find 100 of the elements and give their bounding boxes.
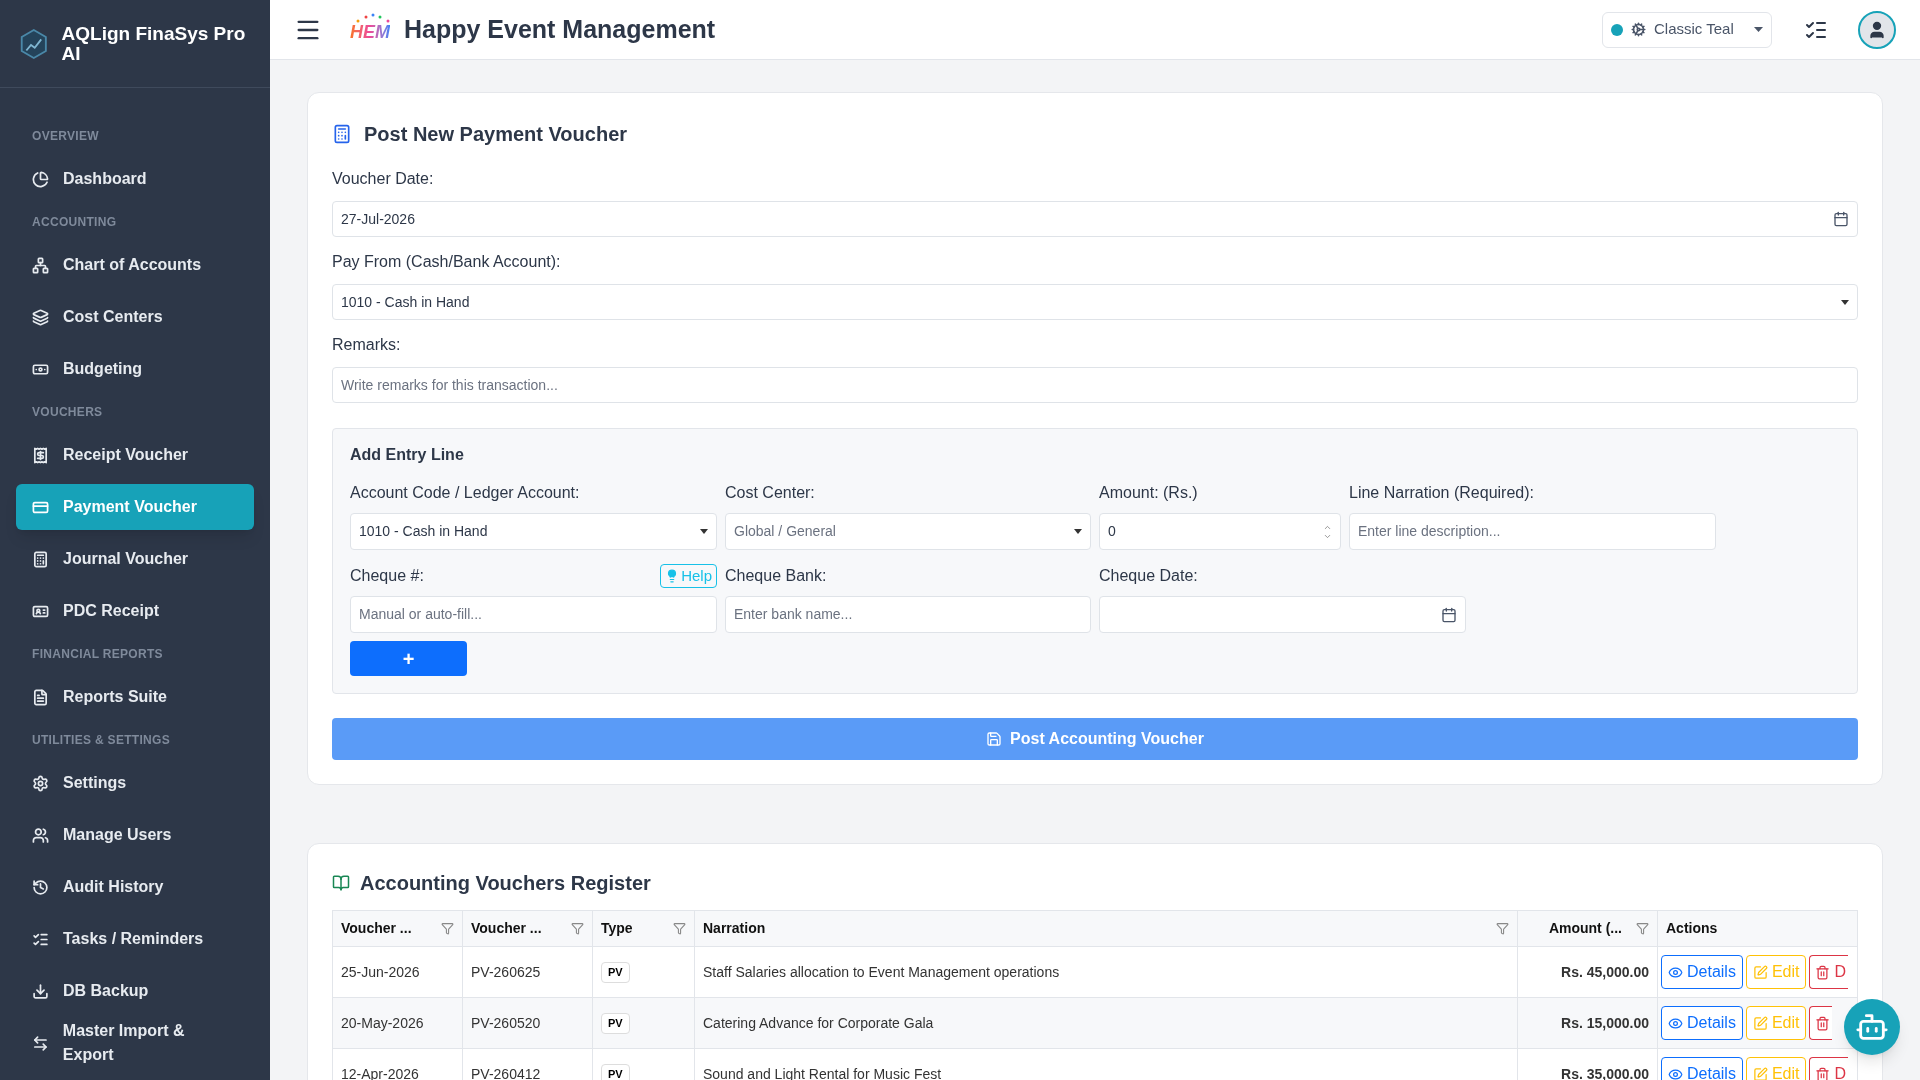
- edit-icon: [1752, 1015, 1768, 1031]
- field-label: Pay From (Cash/Bank Account):: [332, 252, 562, 272]
- calculator-icon: [332, 124, 352, 144]
- nav-item[interactable]: Budgeting: [16, 346, 254, 392]
- table-cell: Staff Salaries allocation to Event Management operations: [694, 946, 1518, 998]
- section-heading: OVERVIEW: [32, 128, 99, 145]
- hem-logo: HEM: [350, 12, 396, 47]
- column-header[interactable]: Actions: [1657, 910, 1858, 947]
- nav-item[interactable]: DB Backup: [16, 968, 254, 1014]
- date-field[interactable]: [1099, 596, 1466, 633]
- nav-item[interactable]: Audit History: [16, 864, 254, 910]
- nav-item[interactable]: Receipt Voucher: [16, 432, 254, 478]
- history-icon: [32, 878, 49, 896]
- delete-button[interactable]: D: [1809, 955, 1849, 989]
- section-heading: UTILITIES & SETTINGS: [32, 732, 170, 749]
- column-header[interactable]: Type: [592, 910, 695, 947]
- input-field[interactable]: Enter line description...: [1349, 513, 1716, 550]
- input-field[interactable]: Enter bank name...: [725, 596, 1091, 633]
- nav-item[interactable]: Manage Users: [16, 812, 254, 858]
- type-badge: PV: [601, 1064, 630, 1080]
- column-header[interactable]: Narration: [694, 910, 1518, 947]
- document-icon: [32, 688, 49, 706]
- calculator-icon: [32, 550, 49, 568]
- filter-icon[interactable]: [1496, 922, 1509, 935]
- filter-icon[interactable]: [441, 922, 454, 935]
- input-field[interactable]: Write remarks for this transaction...: [332, 367, 1858, 403]
- nav-item[interactable]: Master Import & Export: [16, 1020, 254, 1066]
- table-cell: PV-260520: [462, 997, 593, 1049]
- layers-icon: [32, 308, 49, 326]
- card-title: Post New Payment Voucher: [364, 122, 628, 147]
- field-label: Account Code / Ledger Account:: [350, 483, 580, 503]
- receipt-icon: [32, 446, 49, 464]
- nav-item[interactable]: PDC Receipt: [16, 588, 254, 634]
- select-field[interactable]: 1010 - Cash in Hand: [350, 513, 717, 550]
- field-label: Cost Center:: [725, 483, 815, 503]
- table-cell: PV-260625: [462, 946, 593, 998]
- nav-item[interactable]: Cost Centers: [16, 294, 254, 340]
- save-icon: [986, 731, 1003, 747]
- caret-icon: [1074, 529, 1082, 534]
- sitemap-icon: [32, 256, 49, 274]
- edit-icon: [1752, 1066, 1768, 1080]
- delete-button[interactable]: D: [1809, 1057, 1849, 1080]
- details-button[interactable]: Details: [1661, 1057, 1743, 1080]
- input-field[interactable]: Manual or auto-fill...: [350, 596, 717, 633]
- eye-icon: [1668, 964, 1683, 980]
- field-label: Amount: (Rs.): [1099, 483, 1198, 503]
- section-heading: ACCOUNTING: [32, 214, 117, 231]
- caret-icon: [700, 529, 708, 534]
- add-line-button[interactable]: +: [350, 641, 467, 676]
- edit-icon: [1752, 964, 1768, 980]
- table-cell: Catering Advance for Corporate Gala: [694, 997, 1518, 1049]
- number-field[interactable]: 0: [1099, 513, 1341, 550]
- calendar-icon[interactable]: [1833, 211, 1849, 227]
- field-label: Remarks:: [332, 335, 402, 355]
- card-title: Accounting Vouchers Register: [360, 871, 651, 896]
- field-label: Voucher Date:: [332, 169, 435, 189]
- nav-item[interactable]: Tasks / Reminders: [16, 916, 254, 962]
- date-field[interactable]: 27-Jul-2026: [332, 201, 1858, 237]
- trash-icon: [1815, 1066, 1831, 1080]
- users-icon: [32, 826, 49, 844]
- user-avatar[interactable]: [1858, 10, 1896, 49]
- gear-icon: [1631, 22, 1646, 37]
- nav-item[interactable]: Reports Suite: [16, 674, 254, 720]
- caret-icon: [1841, 299, 1849, 305]
- filter-icon[interactable]: [571, 922, 584, 935]
- select-field[interactable]: Global / General: [725, 513, 1091, 550]
- nav-item[interactable]: Settings: [16, 760, 254, 806]
- field-label: Cheque Date:: [1099, 566, 1198, 586]
- app-title: Happy Event Management: [404, 13, 716, 45]
- table-cell: 20-May-2026: [332, 997, 463, 1049]
- swap-arrows-icon: [32, 1034, 49, 1052]
- download-icon: [32, 982, 49, 1000]
- trash-icon: [1815, 964, 1831, 980]
- table-cell: 25-Jun-2026: [332, 946, 463, 998]
- table-cell: Rs. 15,000.00: [1517, 997, 1658, 1049]
- column-header[interactable]: Voucher ...: [462, 910, 593, 947]
- nav-item[interactable]: Journal Voucher: [16, 536, 254, 582]
- filter-icon[interactable]: [1636, 922, 1649, 935]
- details-button[interactable]: Details: [1661, 955, 1743, 989]
- column-header[interactable]: Amount (...: [1517, 910, 1658, 947]
- select-field[interactable]: 1010 - Cash in Hand: [332, 284, 1858, 320]
- field-label: Line Narration (Required):: [1349, 483, 1534, 503]
- section-heading: FINANCIAL REPORTS: [32, 646, 163, 663]
- trash-icon: [1815, 1015, 1831, 1031]
- book-icon: [332, 874, 350, 892]
- delete-button[interactable]: [1809, 1006, 1833, 1040]
- column-header[interactable]: Voucher ...: [332, 910, 463, 947]
- hexagon-logo-icon: [18, 26, 50, 61]
- calendar-icon[interactable]: [1441, 606, 1457, 623]
- eye-icon: [1668, 1066, 1683, 1080]
- pie-chart-icon: [32, 170, 49, 188]
- nav-item[interactable]: Chart of Accounts: [16, 242, 254, 288]
- panel-title: Add Entry Line: [350, 445, 465, 465]
- field-label: Cheque Bank:: [725, 566, 827, 586]
- caret-icon: [1754, 27, 1763, 32]
- theme-select[interactable]: Classic Teal: [1602, 11, 1772, 48]
- filter-icon[interactable]: [673, 922, 686, 935]
- eye-icon: [1668, 1015, 1683, 1031]
- details-button[interactable]: Details: [1661, 1006, 1743, 1040]
- nav-item[interactable]: Dashboard: [16, 156, 254, 202]
